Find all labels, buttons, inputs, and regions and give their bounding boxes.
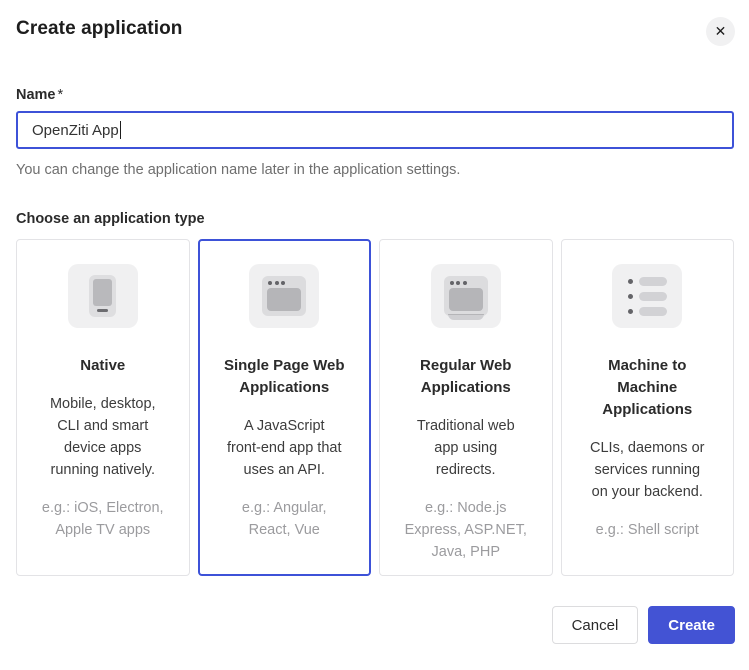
cancel-button[interactable]: Cancel [552, 606, 639, 644]
name-help-text: You can change the application name late… [16, 162, 734, 178]
application-type-cards: Native Mobile, desktop, CLI and smart de… [16, 239, 734, 576]
name-input-value: OpenZiti App [32, 122, 119, 139]
mobile-phone-icon [68, 264, 138, 328]
card-example: e.g.: Node.js Express, ASP.NET, Java, PH… [390, 497, 542, 563]
card-description: CLIs, daemons or services running on you… [572, 437, 724, 503]
card-regular-web[interactable]: Regular Web Applications Traditional web… [379, 239, 553, 576]
card-example: e.g.: Shell script [572, 519, 724, 541]
card-title: Regular Web Applications [390, 355, 542, 399]
card-description: A JavaScript front-end app that uses an … [209, 415, 361, 481]
card-example: e.g.: Angular, React, Vue [209, 497, 361, 541]
card-title: Native [27, 355, 179, 377]
name-label: Name* [16, 87, 734, 103]
server-stack-icon [612, 264, 682, 328]
browser-window-icon [249, 264, 319, 328]
create-button[interactable]: Create [648, 606, 735, 644]
close-icon: ✕ [715, 23, 727, 40]
card-description: Traditional web app using redirects. [390, 415, 542, 481]
card-description: Mobile, desktop, CLI and smart device ap… [27, 393, 179, 481]
browser-app-icon [431, 264, 501, 328]
card-native[interactable]: Native Mobile, desktop, CLI and smart de… [16, 239, 190, 576]
card-example: e.g.: iOS, Electron, Apple TV apps [27, 497, 179, 541]
card-machine-to-machine[interactable]: Machine to Machine Applications CLIs, da… [561, 239, 735, 576]
required-asterisk: * [58, 87, 64, 103]
dialog-title: Create application [16, 18, 734, 40]
text-caret [120, 121, 122, 139]
close-button[interactable]: ✕ [706, 17, 735, 46]
card-title: Machine to Machine Applications [572, 355, 724, 421]
application-type-label: Choose an application type [16, 211, 734, 227]
name-input[interactable]: OpenZiti App [16, 111, 734, 149]
dialog-footer: Cancel Create [16, 606, 735, 644]
name-label-text: Name [16, 87, 56, 103]
card-title: Single Page Web Applications [209, 355, 361, 399]
card-single-page-web[interactable]: Single Page Web Applications A JavaScrip… [198, 239, 372, 576]
